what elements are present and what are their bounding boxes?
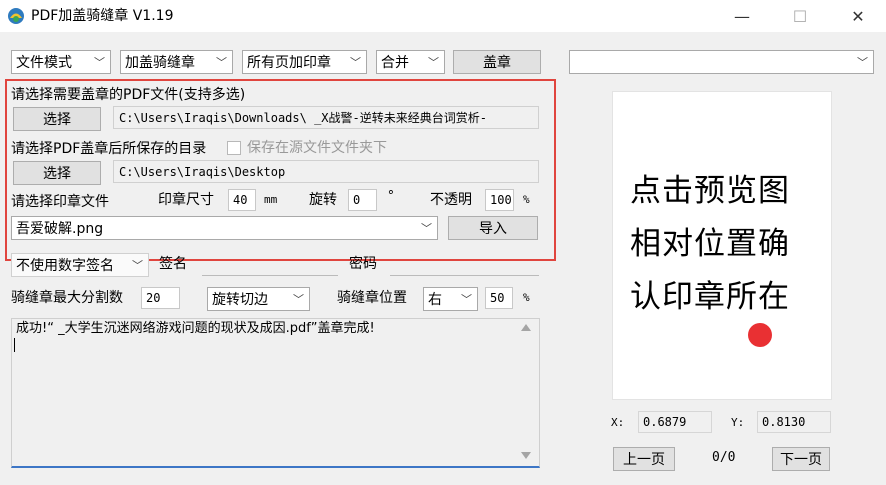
window-title: PDF加盖骑缝章 V1.19 — [31, 8, 174, 24]
sign-label: 签名 — [159, 256, 187, 272]
page-indicator: 0/0 — [712, 450, 736, 465]
right-select[interactable]: ﹀ — [569, 50, 874, 74]
seal-size-input[interactable]: 40 — [228, 189, 256, 211]
preview-hint-line2: 相对位置确 — [630, 226, 790, 262]
save-in-source-checkbox[interactable] — [227, 141, 241, 155]
x-coord-field[interactable]: 0.6879 — [638, 411, 712, 433]
password-input[interactable] — [390, 253, 539, 276]
rotate-input[interactable]: 0 — [348, 189, 377, 211]
output-label: 请选择PDF盖章后所保存的目录 — [11, 141, 207, 157]
scroll-down-icon[interactable] — [521, 452, 531, 459]
stamp-type-select[interactable]: 加盖骑缝章 ﹀ — [120, 50, 233, 74]
mode-select[interactable]: 文件模式 ﹀ — [11, 50, 111, 74]
app-icon — [7, 7, 25, 25]
seal-file-select-value: 吾爱破解.png — [16, 221, 104, 237]
password-label: 密码 — [349, 256, 377, 272]
source-select-button[interactable]: 选择 — [13, 107, 101, 131]
merge-select[interactable]: 合并 ﹀ — [376, 50, 445, 74]
chevron-down-icon: ﹀ — [461, 293, 472, 306]
log-message: 成功!“ _大学生沉迷网络游戏问题的现状及成因.pdf”盖章完成! — [16, 321, 375, 336]
pages-select-value: 所有页加印章 — [247, 55, 331, 71]
close-button[interactable]: ✕ — [835, 0, 881, 32]
seal-file-select[interactable]: 吾爱破解.png ﹀ — [11, 216, 438, 240]
stamp-button[interactable]: 盖章 — [453, 50, 541, 74]
opacity-unit: % — [523, 193, 530, 206]
stamp-position-marker — [748, 323, 772, 347]
chevron-down-icon: ﹀ — [428, 56, 439, 69]
log-textarea[interactable] — [11, 318, 540, 468]
split-max-input[interactable]: 20 — [141, 287, 180, 309]
source-path-field[interactable]: C:\Users\Iraqis\Downloads\ _X战警-逆转未来经典台词… — [113, 106, 539, 129]
split-position-input[interactable]: 50 — [485, 287, 513, 309]
split-position-select[interactable]: 右 ﹀ — [423, 287, 478, 311]
y-coord-field[interactable]: 0.8130 — [757, 411, 831, 433]
import-button[interactable]: 导入 — [448, 216, 538, 240]
rotate-unit: ° — [387, 189, 395, 204]
seal-size-unit: mm — [264, 193, 278, 206]
output-select-button[interactable]: 选择 — [13, 161, 101, 185]
stamp-type-select-value: 加盖骑缝章 — [125, 55, 195, 71]
preview-hint: 点击预览图 相对位置确 认印章所在 — [630, 165, 825, 324]
next-page-button[interactable]: 下一页 — [772, 447, 830, 471]
split-position-unit: % — [523, 291, 530, 304]
edge-select[interactable]: 旋转切边 ﹀ — [207, 287, 310, 311]
chevron-down-icon: ﹀ — [132, 259, 143, 272]
signature-select[interactable]: 不使用数字签名 ﹀ — [11, 253, 149, 277]
minimize-button[interactable]: — — [719, 0, 765, 32]
seal-label: 请选择印章文件 — [11, 194, 109, 210]
y-coord-label: Y: — [731, 416, 745, 429]
chevron-down-icon: ﹀ — [94, 56, 105, 69]
seal-size-label: 印章尺寸 — [158, 192, 214, 208]
chevron-down-icon: ﹀ — [421, 222, 432, 235]
log-scrollbar[interactable] — [516, 320, 538, 466]
prev-page-button[interactable]: 上一页 — [613, 447, 675, 471]
split-position-label: 骑缝章位置 — [337, 290, 407, 306]
merge-select-value: 合并 — [381, 55, 409, 71]
opacity-label: 不透明 — [430, 192, 472, 208]
chevron-down-icon: ﹀ — [293, 293, 304, 306]
pages-select[interactable]: 所有页加印章 ﹀ — [242, 50, 367, 74]
output-path-field[interactable]: C:\Users\Iraqis\Desktop — [113, 160, 539, 183]
source-label: 请选择需要盖章的PDF文件(支持多选) — [11, 87, 246, 103]
chevron-down-icon: ﹀ — [857, 56, 868, 69]
scroll-up-icon[interactable] — [521, 324, 531, 331]
edge-select-value: 旋转切边 — [212, 292, 268, 308]
chevron-down-icon: ﹀ — [216, 56, 227, 69]
rotate-label: 旋转 — [309, 192, 337, 208]
split-position-select-value: 右 — [428, 292, 442, 308]
split-max-label: 骑缝章最大分割数 — [11, 290, 123, 306]
opacity-input[interactable]: 100 — [485, 189, 514, 211]
preview-hint-line1: 点击预览图 — [630, 173, 790, 209]
preview-hint-line3: 认印章所在 — [630, 279, 790, 315]
mode-select-value: 文件模式 — [16, 55, 72, 71]
signature-select-value: 不使用数字签名 — [16, 258, 114, 274]
text-cursor — [14, 338, 15, 352]
sign-input[interactable] — [202, 253, 338, 276]
maximize-button[interactable]: ☐ — [777, 0, 823, 32]
save-in-source-label: 保存在源文件文件夹下 — [247, 140, 387, 156]
chevron-down-icon: ﹀ — [350, 56, 361, 69]
x-coord-label: X: — [611, 416, 625, 429]
